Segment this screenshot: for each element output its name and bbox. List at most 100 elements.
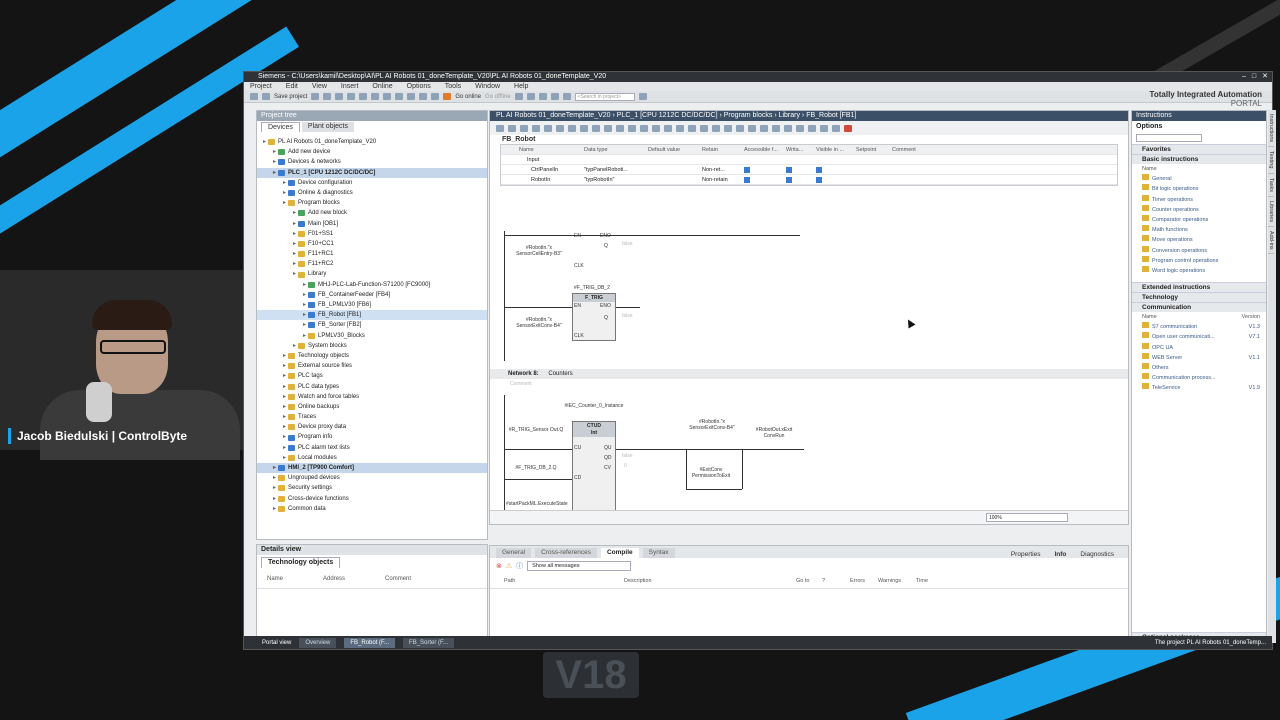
tree-item[interactable]: ▸ F11+RC2 — [257, 259, 487, 269]
editor-tool-icon[interactable] — [556, 124, 564, 132]
editor-tool-icon[interactable] — [544, 124, 552, 132]
tab-technology-objects[interactable]: Technology objects — [261, 557, 341, 568]
close-icon[interactable]: ✕ — [1262, 72, 1268, 82]
paste-icon[interactable] — [347, 93, 356, 100]
instruction-folder[interactable]: Counter operations — [1132, 204, 1266, 215]
instruction-folder[interactable]: Timer operations — [1132, 194, 1266, 205]
editor-tool-icon[interactable] — [676, 124, 684, 132]
instruction-folder[interactable]: Move operations — [1132, 235, 1266, 245]
tree-item[interactable]: ▸ Cross-device functions — [257, 494, 487, 504]
expand-arrow-icon[interactable]: ▸ — [263, 137, 266, 147]
project-search-input[interactable]: <Search in project> — [574, 92, 635, 101]
copy-icon[interactable] — [335, 93, 344, 100]
side-tab-instructions[interactable]: Instructions — [1268, 110, 1274, 148]
menu-item-insert[interactable]: Insert — [341, 82, 359, 91]
communication-folder[interactable]: Others — [1132, 363, 1266, 373]
expand-arrow-icon[interactable]: ▸ — [293, 341, 296, 351]
expand-arrow-icon[interactable]: ▸ — [273, 157, 276, 167]
expand-arrow-icon[interactable]: ▸ — [273, 473, 276, 483]
tree-item[interactable]: ▸ PLC alarm text lists — [257, 443, 487, 453]
instruction-folder[interactable]: Program control operations — [1132, 255, 1266, 266]
tree-item[interactable]: ▸ MHJ-PLC-Lab-Function-S71200 [FC9000] — [257, 280, 487, 290]
instruction-folder[interactable]: Math functions — [1132, 225, 1266, 235]
side-tab-testing[interactable]: Testing — [1268, 147, 1274, 174]
technology-section[interactable]: Technology — [1132, 292, 1266, 303]
expand-arrow-icon[interactable]: ▸ — [303, 310, 306, 320]
go-offline-button[interactable]: Go offline — [485, 94, 511, 100]
upload-icon[interactable] — [419, 93, 428, 100]
visible-checkbox[interactable] — [813, 175, 853, 184]
expand-arrow-icon[interactable]: ▸ — [303, 300, 306, 310]
expand-arrow-icon[interactable]: ▸ — [273, 463, 276, 473]
simulation-icon[interactable] — [431, 93, 440, 100]
info-filter-icon[interactable]: ⓘ — [516, 561, 523, 571]
menu-item-view[interactable]: View — [312, 82, 327, 91]
exit-sensor-contact[interactable]: #RobotIn."x SensorExitConv-B4" — [686, 419, 738, 431]
editor-tool-icon[interactable] — [568, 124, 576, 132]
communication-folder[interactable]: Communication process... — [1132, 373, 1266, 383]
tree-item[interactable]: ▸ Library — [257, 269, 487, 279]
expand-arrow-icon[interactable]: ▸ — [273, 168, 276, 178]
save-project-button[interactable]: Save project — [274, 94, 307, 100]
interface-row[interactable]: RobotIn "typRobotIn" Non-retain — [501, 175, 1117, 185]
editor-tool-icon[interactable] — [808, 124, 816, 132]
open-project-icon[interactable] — [262, 93, 270, 100]
expand-arrow-icon[interactable]: ▸ — [283, 412, 286, 422]
tree-item[interactable]: ▸ Add new device — [257, 147, 487, 157]
expand-arrow-icon[interactable]: ▸ — [283, 361, 286, 371]
editor-tool-icon[interactable] — [508, 124, 516, 132]
go-online-icon[interactable] — [443, 93, 452, 100]
tab-diagnostics[interactable]: Diagnostics — [1080, 551, 1114, 558]
taskbar-tab-overview[interactable]: Overview — [299, 637, 337, 648]
tree-item[interactable]: ▸ PLC tags — [257, 371, 487, 381]
expand-arrow-icon[interactable]: ▸ — [293, 269, 296, 279]
editor-tool-icon[interactable] — [820, 124, 828, 132]
search-icon[interactable] — [638, 93, 647, 100]
expand-arrow-icon[interactable]: ▸ — [273, 483, 276, 493]
favorites-section[interactable]: Favorites — [1132, 144, 1266, 154]
instruction-folder[interactable]: Bit logic operations — [1132, 184, 1266, 194]
expand-arrow-icon[interactable]: ▸ — [283, 198, 286, 208]
delete-icon[interactable] — [359, 93, 368, 100]
tree-item[interactable]: ▸ External source files — [257, 361, 487, 371]
menu-item-tools[interactable]: Tools — [445, 82, 461, 91]
tree-item[interactable]: ▸ Device proxy data — [257, 422, 487, 432]
tab-syntax[interactable]: Syntax — [642, 548, 675, 558]
side-tab-libraries[interactable]: Libraries — [1268, 197, 1274, 227]
extended-instructions-section[interactable]: Extended instructions — [1132, 282, 1266, 293]
communication-folder[interactable]: TeleService V1.9 — [1132, 383, 1266, 393]
tree-item[interactable]: ▸ Add new block — [257, 208, 487, 218]
expand-arrow-icon[interactable]: ▸ — [283, 351, 286, 361]
stop-cpu-icon[interactable] — [538, 93, 547, 100]
expand-arrow-icon[interactable]: ▸ — [283, 443, 286, 453]
expand-arrow-icon[interactable]: ▸ — [283, 392, 286, 402]
expand-arrow-icon[interactable]: ▸ — [273, 147, 276, 157]
instruction-folder[interactable]: Word logic operations — [1132, 265, 1266, 276]
taskbar-tab-fb-robot[interactable]: FB_Robot (F... — [344, 637, 396, 648]
expand-arrow-icon[interactable]: ▸ — [293, 229, 296, 239]
split-vertical-icon[interactable] — [562, 93, 571, 100]
tree-item[interactable]: ▸ Ungrouped devices — [257, 473, 487, 483]
instruction-folder[interactable]: Conversion operations — [1132, 245, 1266, 256]
editor-tool-icon[interactable] — [796, 124, 804, 132]
download-icon[interactable] — [407, 93, 416, 100]
tree-item[interactable]: ▸ Common data — [257, 504, 487, 514]
expand-arrow-icon[interactable]: ▸ — [283, 453, 286, 463]
tree-item[interactable]: ▸ Technology objects — [257, 351, 487, 361]
warning-filter-icon[interactable]: ⚠ — [506, 562, 512, 570]
portal-view-button[interactable]: Portal view — [262, 640, 291, 646]
tree-item[interactable]: ▸ F01+SS1 — [257, 229, 487, 239]
error-filter-icon[interactable]: ⊗ — [496, 562, 502, 570]
menu-item-help[interactable]: Help — [514, 82, 528, 91]
tree-item[interactable]: ▸ HMI_2 [TP900 Comfort] — [257, 463, 487, 474]
instruction-folder[interactable]: Comparator operations — [1132, 214, 1266, 225]
side-tab-tasks[interactable]: Tasks — [1268, 174, 1274, 197]
undo-icon[interactable] — [371, 93, 380, 100]
expand-arrow-icon[interactable]: ▸ — [283, 188, 286, 198]
editor-tool-icon[interactable] — [496, 124, 504, 132]
editor-tool-icon[interactable] — [748, 124, 756, 132]
instruction-search-input[interactable] — [1136, 134, 1202, 142]
tree-item[interactable]: ▸ Online backups — [257, 402, 487, 412]
expand-arrow-icon[interactable]: ▸ — [303, 280, 306, 290]
editor-tool-icon[interactable] — [532, 124, 540, 132]
